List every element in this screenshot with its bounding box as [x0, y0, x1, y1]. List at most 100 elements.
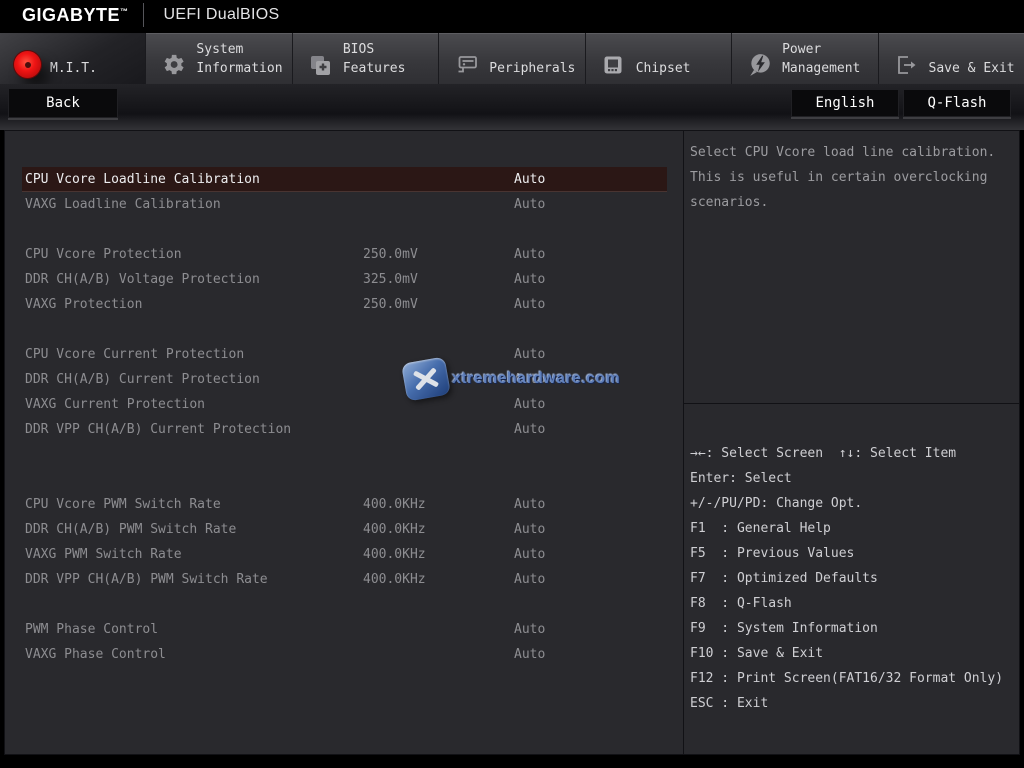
help-box: Select CPU Vcore load line calibration. …: [684, 131, 1019, 404]
setting-label: VAXG Loadline Calibration: [25, 192, 221, 217]
setting-option: Auto: [514, 492, 545, 517]
setting-option: Auto: [514, 267, 545, 292]
exit-icon: [893, 51, 920, 78]
mouse-icon: [453, 51, 480, 78]
row-spacer: [5, 317, 683, 342]
hotkey-legend: →←: Select Screen ↑↓: Select ItemEnter: …: [684, 405, 1019, 754]
bios-icon: [307, 51, 334, 78]
setting-row[interactable]: VAXG Protection250.0mVAuto: [5, 292, 683, 317]
hotkey-line: F7 : Optimized Defaults: [690, 566, 1019, 591]
hotkey-line: Enter: Select: [690, 466, 1019, 491]
back-button[interactable]: Back: [8, 88, 118, 118]
tab-label: BIOS Features: [343, 40, 438, 79]
setting-row[interactable]: VAXG Current Protection Auto: [5, 392, 683, 417]
setting-label: CPU Vcore Loadline Calibration: [25, 167, 260, 192]
mit-dot-icon: [14, 51, 41, 78]
hotkey-line: F5 : Previous Values: [690, 541, 1019, 566]
setting-option: Auto: [514, 642, 545, 667]
tab-bios-features[interactable]: BIOS Features: [293, 33, 439, 84]
setting-label: DDR CH(A/B) PWM Switch Rate: [25, 517, 236, 542]
gigabyte-logo: GIGABYTE™: [22, 5, 129, 26]
setting-option: Auto: [514, 542, 545, 567]
tab-chipset[interactable]: Chipset: [586, 33, 732, 84]
setting-row[interactable]: CPU Vcore Protection250.0mVAuto: [5, 242, 683, 267]
row-spacer: [5, 442, 683, 467]
toolbar: Back English Q-Flash: [0, 84, 1024, 130]
setting-row[interactable]: CPU Vcore Loadline Calibration Auto: [5, 167, 683, 192]
setting-option: Auto: [514, 517, 545, 542]
hotkey-line: F1 : General Help: [690, 516, 1019, 541]
hotkey-line: F10 : Save & Exit: [690, 641, 1019, 666]
header-divider: [143, 3, 144, 27]
setting-option: Auto: [514, 417, 545, 442]
setting-option: Auto: [514, 167, 545, 192]
tab-mit[interactable]: M.I.T.: [0, 33, 146, 84]
hotkey-line: →←: Select Screen ↑↓: Select Item: [690, 441, 1019, 466]
tab-label: Power Management: [782, 40, 877, 79]
content-area: CPU Vcore Loadline CalibrationAutoVAXG L…: [4, 130, 1020, 755]
setting-label: CPU Vcore Protection: [25, 242, 182, 267]
hotkey-line: F9 : System Information: [690, 616, 1019, 641]
right-panel: Select CPU Vcore load line calibration. …: [683, 131, 1019, 754]
setting-row[interactable]: VAXG PWM Switch Rate 400.0KHz Auto: [5, 542, 683, 567]
setting-value: 400.0KHz: [363, 567, 426, 592]
tab-label: Chipset: [636, 59, 691, 79]
setting-option: Auto: [514, 392, 545, 417]
tab-label: System Information: [196, 40, 291, 79]
setting-value: 325.0mV: [363, 267, 418, 292]
tab-label: Peripherals: [489, 59, 575, 79]
setting-option: Auto: [514, 617, 545, 642]
setting-row[interactable]: PWM Phase Control Auto: [5, 617, 683, 642]
setting-value: 400.0KHz: [363, 517, 426, 542]
setting-row[interactable]: VAXG Phase Control Auto: [5, 642, 683, 667]
gear-icon: [160, 51, 187, 78]
language-button[interactable]: English: [791, 89, 899, 117]
setting-label: VAXG Protection: [25, 292, 142, 317]
trademark-symbol: ™: [120, 7, 129, 16]
setting-label: PWM Phase Control: [25, 617, 158, 642]
setting-value: 250.0mV: [363, 242, 418, 267]
tab-label: M.I.T.: [50, 59, 97, 79]
page-title: UEFI DualBIOS: [164, 6, 280, 24]
setting-value: 400.0KHz: [363, 542, 426, 567]
setting-row[interactable]: DDR CH(A/B) Voltage Protection 325.0mV Aut…: [5, 267, 683, 292]
setting-option: Auto: [514, 567, 545, 592]
setting-label: DDR CH(A/B) Voltage Protection: [25, 267, 260, 292]
tab-power-management[interactable]: Power Management: [732, 33, 878, 84]
setting-row[interactable]: CPU Vcore Current ProtectionAuto: [5, 342, 683, 367]
setting-row[interactable]: VAXG Loadline Calibration Auto: [5, 192, 683, 217]
setting-label: CPU Vcore PWM Switch Rate: [25, 492, 221, 517]
header-bar: GIGABYTE™ UEFI DualBIOS: [0, 0, 1024, 30]
row-spacer: [5, 217, 683, 242]
bolt-icon: [746, 51, 773, 78]
setting-row[interactable]: DDR VPP CH(A/B) Current Protection Auto: [5, 417, 683, 442]
setting-value: 250.0mV: [363, 292, 418, 317]
hotkey-line: +/-/PU/PD: Change Opt.: [690, 491, 1019, 516]
hotkey-line: ESC : Exit: [690, 691, 1019, 716]
row-spacer: [5, 467, 683, 492]
hotkey-line: F12 : Print Screen(FAT16/32 Format Only): [690, 666, 1019, 691]
hotkey-line: F8 : Q-Flash: [690, 591, 1019, 616]
setting-row[interactable]: DDR CH(A/B) PWM Switch Rate 400.0KHz Auto: [5, 517, 683, 542]
tab-peripherals[interactable]: Peripherals: [439, 33, 585, 84]
chip-icon: [600, 51, 627, 78]
settings-list: CPU Vcore Loadline CalibrationAutoVAXG L…: [5, 167, 683, 667]
tab-bar: M.I.T. System Information BIOS Features Per…: [0, 33, 1024, 84]
setting-row[interactable]: CPU Vcore PWM Switch Rate 400.0KHz Auto: [5, 492, 683, 517]
tab-system-information[interactable]: System Information: [146, 33, 292, 84]
help-text: Select CPU Vcore load line calibration. …: [690, 140, 1024, 215]
setting-label: DDR CH(A/B) Current Protection: [25, 367, 260, 392]
setting-value: 400.0KHz: [363, 492, 426, 517]
setting-label: VAXG Current Protection: [25, 392, 205, 417]
qflash-button[interactable]: Q-Flash: [903, 89, 1011, 117]
tab-save-exit[interactable]: Save & Exit: [879, 33, 1024, 84]
setting-label: DDR VPP CH(A/B) PWM Switch Rate: [25, 567, 268, 592]
setting-row[interactable]: DDR VPP CH(A/B) PWM Switch Rate 400.0KHz A…: [5, 567, 683, 592]
setting-row[interactable]: DDR CH(A/B) Current ProtectionAuto: [5, 367, 683, 392]
setting-label: DDR VPP CH(A/B) Current Protection: [25, 417, 291, 442]
row-spacer: [5, 592, 683, 617]
setting-option: Auto: [514, 192, 545, 217]
tab-label: Save & Exit: [929, 59, 1015, 79]
setting-label: VAXG Phase Control: [25, 642, 166, 667]
setting-label: VAXG PWM Switch Rate: [25, 542, 182, 567]
